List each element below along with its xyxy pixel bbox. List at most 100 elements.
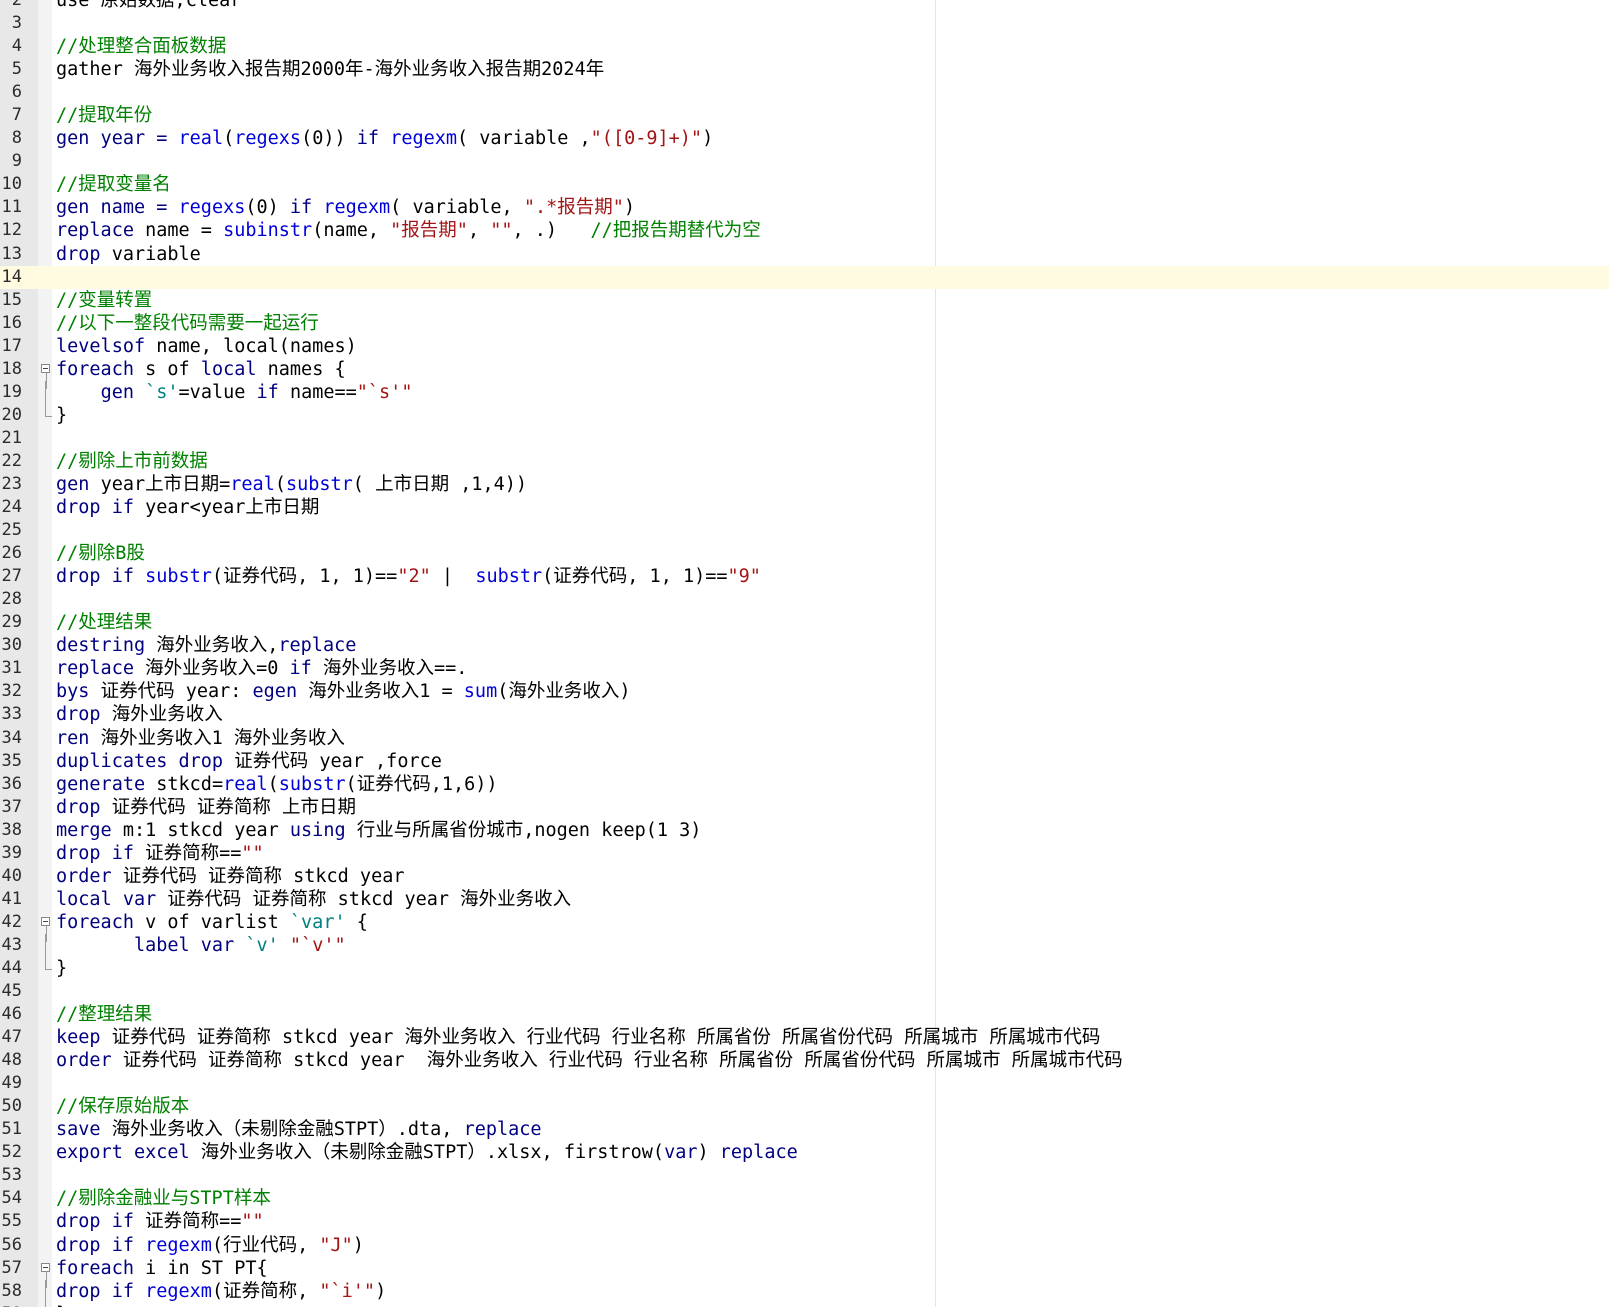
code-line[interactable]: 19 gen `s'=value if name=="`s'": [0, 380, 1609, 404]
code-text[interactable]: replace name = subinstr(name, "报告期", "",…: [56, 219, 761, 242]
code-text[interactable]: //提取年份: [56, 104, 152, 127]
code-editor[interactable]: 2 use 原始数据,clear 3 4 //处理整合面板数据 5 gather 海外业务收…: [0, 0, 1609, 1307]
code-line[interactable]: 17 levelsof name, local(names): [0, 335, 1609, 358]
code-line[interactable]: 34 ren 海外业务收入1 海外业务收入: [0, 727, 1609, 750]
code-line[interactable]: 2 use 原始数据,clear: [0, 0, 1609, 12]
code-line[interactable]: 29 //处理结果: [0, 611, 1609, 634]
code-area[interactable]: 2 use 原始数据,clear 3 4 //处理整合面板数据 5 gather 海外业务收…: [0, 0, 1609, 1307]
code-text[interactable]: drop 证券代码 证券简称 上市日期: [56, 796, 356, 819]
code-text[interactable]: gen year上市日期=real(substr( 上市日期 ,1,4)): [56, 473, 527, 496]
code-text[interactable]: }: [56, 1303, 67, 1307]
code-text[interactable]: //处理结果: [56, 611, 152, 634]
code-text[interactable]: //剔除B股: [56, 542, 145, 565]
code-text[interactable]: gen year = real(regexs(0)) if regexm( va…: [56, 127, 713, 150]
code-text[interactable]: use 原始数据,clear: [56, 0, 241, 12]
code-line[interactable]: 57 foreach i in ST PT{: [0, 1257, 1609, 1288]
code-text[interactable]: merge m:1 stkcd year using 行业与所属省份城市,nog…: [56, 819, 701, 842]
code-line[interactable]: 27 drop if substr(证券代码, 1, 1)=="2" | subs…: [0, 565, 1609, 588]
code-text[interactable]: //保存原始版本: [56, 1095, 189, 1118]
code-text[interactable]: drop variable: [56, 243, 201, 266]
code-text[interactable]: drop if 证券简称=="": [56, 1210, 264, 1233]
code-text[interactable]: export excel 海外业务收入（未剔除金融STPT）.xlsx, fir…: [56, 1141, 798, 1164]
code-line[interactable]: 56 drop if regexm(行业代码, "J"): [0, 1234, 1609, 1257]
code-line[interactable]: 51 save 海外业务收入（未剔除金融STPT）.dta, replace: [0, 1118, 1609, 1141]
code-text[interactable]: local var 证券代码 证券简称 stkcd year 海外业务收入: [56, 888, 571, 911]
code-line[interactable]: 41 local var 证券代码 证券简称 stkcd year 海外业务收入: [0, 888, 1609, 911]
code-line[interactable]: 16 //以下一整段代码需要一起运行: [0, 312, 1609, 335]
code-line[interactable]: 38 merge m:1 stkcd year using 行业与所属省份城市,n…: [0, 819, 1609, 842]
code-text[interactable]: replace 海外业务收入=0 if 海外业务收入==.: [56, 657, 467, 680]
code-line[interactable]: 4 //处理整合面板数据: [0, 35, 1609, 58]
code-line[interactable]: 59}: [0, 1302, 1609, 1307]
code-line[interactable]: 42 foreach v of varlist `var' {: [0, 911, 1609, 942]
code-line[interactable]: 54 //剔除金融业与STPT样本: [0, 1187, 1609, 1210]
code-text[interactable]: duplicates drop 证券代码 year ,force: [56, 750, 442, 773]
code-text[interactable]: drop if regexm(证券简称, "`i'"): [56, 1280, 386, 1303]
code-line[interactable]: 46 //整理结果: [0, 1003, 1609, 1026]
code-text[interactable]: }: [56, 957, 67, 980]
code-line[interactable]: 15 //变量转置: [0, 289, 1609, 312]
code-line[interactable]: 11 gen name = regexs(0) if regexm( variab…: [0, 196, 1609, 219]
code-line[interactable]: 58 drop if regexm(证券简称, "`i'"): [0, 1279, 1609, 1303]
code-text[interactable]: //整理结果: [56, 1003, 152, 1026]
code-line[interactable]: 50 //保存原始版本: [0, 1095, 1609, 1118]
code-line[interactable]: 6: [0, 81, 1609, 104]
code-line[interactable]: 53: [0, 1164, 1609, 1187]
code-text[interactable]: destring 海外业务收入,replace: [56, 634, 356, 657]
code-text[interactable]: drop 海外业务收入: [56, 703, 223, 726]
code-text[interactable]: //剔除上市前数据: [56, 450, 208, 473]
code-text[interactable]: foreach i in ST PT{: [56, 1257, 268, 1280]
code-line[interactable]: 5 gather 海外业务收入报告期2000年-海外业务收入报告期2024年: [0, 58, 1609, 81]
code-text[interactable]: //变量转置: [56, 289, 152, 312]
code-text[interactable]: keep 证券代码 证券简称 stkcd year 海外业务收入 行业代码 行业…: [56, 1026, 1100, 1049]
code-line[interactable]: 9: [0, 150, 1609, 173]
code-line[interactable]: 22 //剔除上市前数据: [0, 450, 1609, 473]
fold-collapse-icon[interactable]: [41, 1257, 52, 1288]
code-text[interactable]: //以下一整段代码需要一起运行: [56, 312, 319, 335]
code-line[interactable]: 32 bys 证券代码 year: egen 海外业务收入1 = sum(海外业务…: [0, 680, 1609, 703]
code-line[interactable]: 43 label var `v' "`v'": [0, 933, 1609, 957]
code-line[interactable]: 35 duplicates drop 证券代码 year ,force: [0, 750, 1609, 773]
code-text[interactable]: //处理整合面板数据: [56, 35, 226, 58]
code-line[interactable]: 55 drop if 证券简称=="": [0, 1210, 1609, 1233]
code-text[interactable]: order 证券代码 证券简称 stkcd year 海外业务收入 行业代码 行…: [56, 1049, 1123, 1072]
code-text[interactable]: foreach v of varlist `var' {: [56, 911, 368, 934]
code-line[interactable]: 14: [0, 265, 1609, 289]
code-text[interactable]: drop if substr(证券代码, 1, 1)=="2" | substr…: [56, 565, 761, 588]
code-text[interactable]: gen name = regexs(0) if regexm( variable…: [56, 196, 635, 219]
code-line[interactable]: 12 replace name = subinstr(name, "报告期", "…: [0, 219, 1609, 242]
code-text[interactable]: levelsof name, local(names): [56, 335, 357, 358]
code-line[interactable]: 45: [0, 980, 1609, 1003]
code-line[interactable]: 37 drop 证券代码 证券简称 上市日期: [0, 796, 1609, 819]
code-line[interactable]: 25: [0, 519, 1609, 542]
code-line[interactable]: 33 drop 海外业务收入: [0, 703, 1609, 726]
code-text[interactable]: gather 海外业务收入报告期2000年-海外业务收入报告期2024年: [56, 58, 604, 81]
code-text[interactable]: order 证券代码 证券简称 stkcd year: [56, 865, 404, 888]
code-line[interactable]: 7 //提取年份: [0, 104, 1609, 127]
code-line[interactable]: 36 generate stkcd=real(substr(证券代码,1,6)): [0, 773, 1609, 796]
code-text[interactable]: generate stkcd=real(substr(证券代码,1,6)): [56, 773, 498, 796]
code-text[interactable]: //剔除金融业与STPT样本: [56, 1187, 271, 1210]
code-line[interactable]: 8 gen year = real(regexs(0)) if regexm( v…: [0, 127, 1609, 150]
code-text[interactable]: label var `v' "`v'": [56, 934, 346, 957]
code-text[interactable]: drop if regexm(行业代码, "J"): [56, 1234, 364, 1257]
code-line[interactable]: 52 export excel 海外业务收入（未剔除金融STPT）.xlsx, f…: [0, 1141, 1609, 1164]
code-line[interactable]: 39 drop if 证券简称=="": [0, 842, 1609, 865]
code-line[interactable]: 3: [0, 12, 1609, 35]
code-line[interactable]: 24 drop if year<year上市日期: [0, 496, 1609, 519]
code-text[interactable]: ren 海外业务收入1 海外业务收入: [56, 727, 345, 750]
code-line[interactable]: 28: [0, 588, 1609, 611]
code-line[interactable]: 40 order 证券代码 证券简称 stkcd year: [0, 865, 1609, 888]
code-text[interactable]: }: [56, 404, 67, 427]
code-line[interactable]: 10 //提取变量名: [0, 173, 1609, 196]
code-text[interactable]: drop if year<year上市日期: [56, 496, 319, 519]
code-line[interactable]: 26 //剔除B股: [0, 542, 1609, 565]
code-line[interactable]: 23 gen year上市日期=real(substr( 上市日期 ,1,4)): [0, 473, 1609, 496]
code-text[interactable]: foreach s of local names {: [56, 358, 346, 381]
code-line[interactable]: 21: [0, 427, 1609, 450]
code-text[interactable]: bys 证券代码 year: egen 海外业务收入1 = sum(海外业务收入…: [56, 680, 631, 703]
code-line[interactable]: 18 foreach s of local names {: [0, 358, 1609, 389]
code-line[interactable]: 49: [0, 1072, 1609, 1095]
code-text[interactable]: save 海外业务收入（未剔除金融STPT）.dta, replace: [56, 1118, 542, 1141]
code-line[interactable]: 13 drop variable: [0, 243, 1609, 266]
